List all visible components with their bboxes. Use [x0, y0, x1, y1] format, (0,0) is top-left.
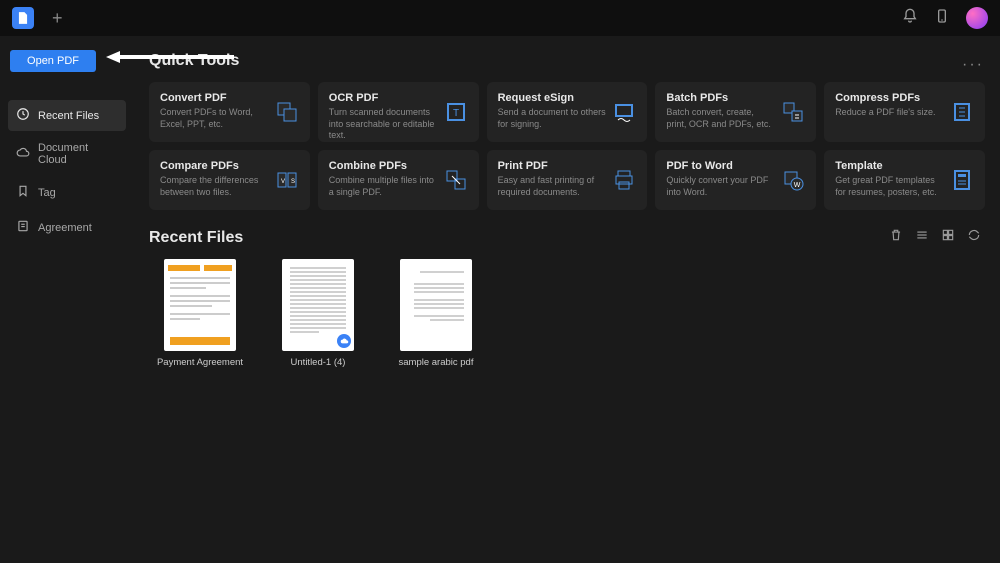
tool-desc: Batch convert, create, print, OCR and PD… — [666, 107, 775, 130]
file-thumbnail — [400, 259, 472, 351]
esign-icon — [612, 100, 636, 124]
tool-compare-pdfs[interactable]: Compare PDFs Compare the differences bet… — [149, 150, 310, 210]
tool-desc: Convert PDFs to Word, Excel, PPT, etc. — [160, 107, 269, 130]
tool-desc: Send a document to others for signing. — [498, 107, 607, 130]
file-item[interactable]: sample arabic pdf — [397, 259, 475, 368]
file-thumbnail — [164, 259, 236, 351]
sidebar-item-recent-files[interactable]: Recent Files — [8, 100, 126, 131]
tool-print-pdf[interactable]: Print PDF Easy and fast printing of requ… — [487, 150, 648, 210]
trash-icon[interactable] — [889, 228, 903, 247]
svg-text:T: T — [453, 108, 459, 119]
tool-ocr-pdf[interactable]: OCR PDF Turn scanned documents into sear… — [318, 82, 479, 142]
bell-icon[interactable] — [902, 8, 918, 29]
titlebar: + — [0, 0, 1000, 36]
refresh-icon[interactable] — [967, 228, 981, 247]
content: Quick Tools ··· Convert PDF Convert PDFs… — [134, 36, 1000, 563]
file-name: sample arabic pdf — [399, 357, 474, 368]
tool-title: Compare PDFs — [160, 160, 269, 172]
mobile-icon[interactable] — [934, 8, 950, 29]
tool-title: Compress PDFs — [835, 92, 944, 104]
ocr-icon: T — [444, 100, 468, 124]
cloud-icon — [16, 146, 30, 163]
batch-icon — [781, 100, 805, 124]
print-icon — [612, 168, 636, 192]
tool-desc: Easy and fast printing of required docum… — [498, 175, 607, 198]
tool-title: Template — [835, 160, 944, 172]
tool-convert-pdf[interactable]: Convert PDF Convert PDFs to Word, Excel,… — [149, 82, 310, 142]
compare-icon: VS — [275, 168, 299, 192]
tool-batch-pdfs[interactable]: Batch PDFs Batch convert, create, print,… — [655, 82, 816, 142]
combine-icon — [444, 168, 468, 192]
more-menu-icon[interactable]: ··· — [962, 56, 984, 74]
app-logo[interactable] — [12, 7, 34, 29]
tool-desc: Quickly convert your PDF into Word. — [666, 175, 775, 198]
template-icon — [950, 168, 974, 192]
quick-tools-grid: Convert PDF Convert PDFs to Word, Excel,… — [149, 82, 985, 210]
tool-title: PDF to Word — [666, 160, 775, 172]
new-tab-button[interactable]: + — [52, 8, 63, 29]
tool-title: Print PDF — [498, 160, 607, 172]
avatar[interactable] — [966, 7, 988, 29]
tool-title: Combine PDFs — [329, 160, 438, 172]
tool-title: Request eSign — [498, 92, 607, 104]
sidebar-item-label: Recent Files — [38, 110, 99, 122]
quick-tools-title: Quick Tools — [149, 52, 985, 70]
sidebar-item-label: Agreement — [38, 222, 92, 234]
tool-request-esign[interactable]: Request eSign Send a document to others … — [487, 82, 648, 142]
file-item[interactable]: Untitled-1 (4) — [279, 259, 357, 368]
agreement-icon — [16, 219, 30, 236]
compress-icon — [950, 100, 974, 124]
tool-desc: Get great PDF templates for resumes, pos… — [835, 175, 944, 198]
sidebar: Open PDF Recent Files Document Cloud Tag — [0, 36, 134, 563]
svg-text:V: V — [281, 179, 285, 185]
tool-pdf-to-word[interactable]: PDF to Word Quickly convert your PDF int… — [655, 150, 816, 210]
file-thumbnail — [282, 259, 354, 351]
word-icon: W — [781, 168, 805, 192]
sidebar-item-label: Document Cloud — [38, 142, 118, 166]
recent-files-title: Recent Files — [149, 229, 243, 247]
recent-files-row: Payment Agreement Untitle — [149, 259, 985, 368]
tool-desc: Compare the differences between two file… — [160, 175, 269, 198]
svg-text:S: S — [291, 179, 295, 185]
tool-template[interactable]: Template Get great PDF templates for res… — [824, 150, 985, 210]
file-name: Payment Agreement — [157, 357, 243, 368]
tool-desc: Combine multiple files into a single PDF… — [329, 175, 438, 198]
open-pdf-button[interactable]: Open PDF — [10, 50, 96, 72]
file-name: Untitled-1 (4) — [291, 357, 346, 368]
grid-view-icon[interactable] — [941, 228, 955, 247]
clock-icon — [16, 107, 30, 124]
cloud-badge-icon — [337, 334, 351, 348]
tool-desc: Reduce a PDF file's size. — [835, 107, 944, 119]
list-view-icon[interactable] — [915, 228, 929, 247]
tool-desc: Turn scanned documents into searchable o… — [329, 107, 438, 142]
sidebar-item-label: Tag — [38, 187, 56, 199]
sidebar-item-tag[interactable]: Tag — [8, 177, 126, 208]
tool-compress-pdfs[interactable]: Compress PDFs Reduce a PDF file's size. — [824, 82, 985, 142]
svg-text:W: W — [794, 182, 801, 189]
bookmark-icon — [16, 184, 30, 201]
tool-title: OCR PDF — [329, 92, 438, 104]
tool-combine-pdfs[interactable]: Combine PDFs Combine multiple files into… — [318, 150, 479, 210]
convert-icon — [275, 100, 299, 124]
sidebar-item-document-cloud[interactable]: Document Cloud — [8, 135, 126, 173]
tool-title: Convert PDF — [160, 92, 269, 104]
file-item[interactable]: Payment Agreement — [161, 259, 239, 368]
sidebar-item-agreement[interactable]: Agreement — [8, 212, 126, 243]
tool-title: Batch PDFs — [666, 92, 775, 104]
